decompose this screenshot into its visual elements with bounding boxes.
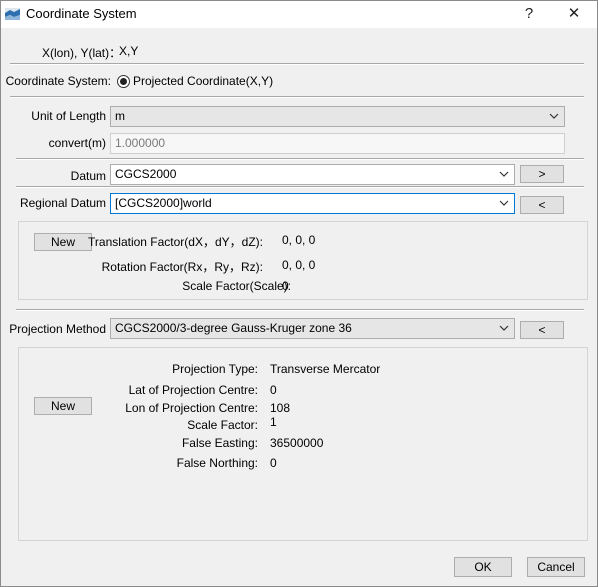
projection-param-value: 0 bbox=[270, 383, 277, 397]
projection-param-label: Scale Factor: bbox=[187, 418, 258, 432]
translation-factor-label: Translation Factor(dX，dY，dZ): bbox=[88, 235, 263, 249]
help-button[interactable]: ? bbox=[514, 2, 544, 26]
cancel-button[interactable]: Cancel bbox=[527, 557, 585, 577]
projection-method-select[interactable]: CGCS2000/3-degree Gauss-Kruger zone 36 bbox=[110, 318, 515, 339]
scale-factor-value: 0 bbox=[282, 279, 289, 293]
projection-param-value: 36500000 bbox=[270, 436, 324, 450]
unit-of-length-label: Unit of Length bbox=[31, 109, 106, 123]
convert-label: convert(m) bbox=[48, 136, 106, 150]
projection-param-label: Lon of Projection Centre: bbox=[125, 401, 258, 415]
convert-field: 1.000000 bbox=[110, 133, 565, 154]
coordinate-system-label: Coordinate System: bbox=[5, 74, 111, 88]
regional-datum-label: Regional Datum bbox=[19, 196, 106, 210]
projected-radio[interactable] bbox=[117, 75, 130, 88]
chevron-down-icon bbox=[499, 200, 509, 206]
projection-param-value: 108 bbox=[270, 401, 291, 415]
projection-param-label: False Easting: bbox=[181, 436, 258, 450]
projection-param-label: Lat of Projection Centre: bbox=[128, 383, 258, 397]
close-button[interactable]: ✕ bbox=[559, 2, 589, 26]
divider bbox=[10, 63, 584, 65]
chevron-down-icon bbox=[549, 113, 559, 119]
window-title: Coordinate System bbox=[26, 6, 137, 21]
title-bar: Coordinate System ? ✕ bbox=[0, 0, 598, 28]
divider bbox=[16, 186, 584, 188]
regional-datum-value: [CGCS2000]world bbox=[115, 196, 212, 210]
rotation-factor-label: Rotation Factor(Rx，Ry，Rz): bbox=[101, 260, 263, 274]
divider bbox=[16, 309, 584, 311]
datum-select[interactable]: CGCS2000 bbox=[110, 164, 515, 185]
unit-of-length-value: m bbox=[115, 109, 125, 123]
rotation-factor-value: 0, 0, 0 bbox=[282, 258, 316, 272]
projection-collapse-button[interactable]: < bbox=[520, 321, 564, 339]
xy-value: X,Y bbox=[119, 44, 139, 58]
coordinate-system-icon bbox=[5, 8, 20, 20]
datum-value: CGCS2000 bbox=[115, 167, 177, 181]
scale-factor-label: Scale Factor(Scale): bbox=[182, 279, 291, 293]
projection-param-value: 0 bbox=[270, 456, 277, 470]
datum-expand-button[interactable]: > bbox=[520, 165, 564, 183]
chevron-down-icon bbox=[499, 325, 509, 331]
ok-button[interactable]: OK bbox=[454, 557, 512, 577]
translation-factor-value: 0, 0, 0 bbox=[282, 233, 316, 247]
projected-radio-label[interactable]: Projected Coordinate(X,Y) bbox=[133, 74, 273, 88]
divider bbox=[16, 158, 584, 160]
projection-param-value: 1 bbox=[270, 415, 277, 429]
projection-method-value: CGCS2000/3-degree Gauss-Kruger zone 36 bbox=[115, 321, 352, 335]
unit-of-length-select[interactable]: m bbox=[110, 106, 565, 127]
projection-param-label: Projection Type: bbox=[172, 362, 258, 376]
regional-datum-collapse-button[interactable]: < bbox=[520, 196, 564, 214]
regional-datum-select[interactable]: [CGCS2000]world bbox=[110, 193, 515, 214]
datum-label: Datum bbox=[70, 169, 106, 183]
divider bbox=[10, 96, 584, 98]
xy-label: X(lon), Y(lat)： bbox=[42, 46, 122, 60]
chevron-down-icon bbox=[499, 171, 509, 177]
projection-param-label: False Northing: bbox=[176, 456, 258, 470]
projection-method-label: Projection Method bbox=[9, 322, 106, 336]
projection-param-value: Transverse Mercator bbox=[270, 362, 381, 376]
